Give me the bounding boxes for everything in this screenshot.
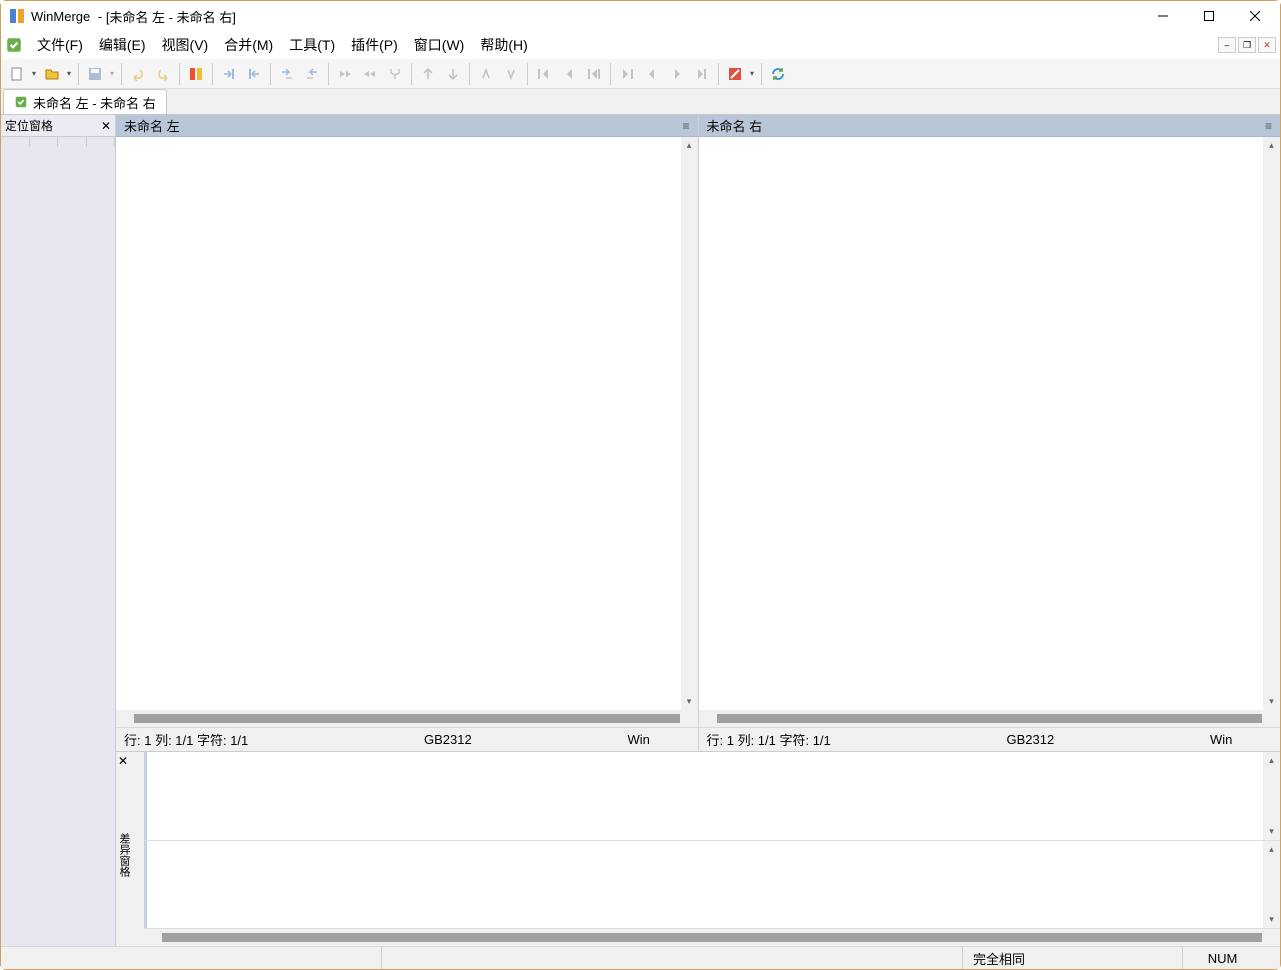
menu-tools[interactable]: 工具(T) — [281, 32, 343, 58]
left-status-encoding[interactable]: GB2312 — [416, 732, 566, 747]
status-num: NUM — [1182, 947, 1262, 969]
toolbar — [1, 59, 1280, 89]
diff-row-top[interactable]: ▴▾ — [144, 752, 1280, 841]
highlight-button[interactable] — [723, 62, 757, 86]
go-right-button[interactable] — [665, 62, 689, 86]
right-editor[interactable] — [699, 137, 1281, 710]
all-left-button[interactable] — [358, 62, 382, 86]
title-docname: [未命名 左 - 未命名 右] — [106, 7, 236, 26]
right-status-position: 行: 1 列: 1/1 字符: 1/1 — [699, 730, 999, 749]
menubar: 文件(F) 编辑(E) 视图(V) 合并(M) 工具(T) 插件(P) 窗口(W… — [1, 31, 1280, 59]
go-left-button[interactable] — [640, 62, 664, 86]
minimize-button[interactable] — [1140, 1, 1186, 31]
right-file-menu-icon[interactable]: ≡ — [1265, 119, 1272, 133]
diff-settings-button[interactable] — [184, 62, 208, 86]
all-right-button[interactable] — [333, 62, 357, 86]
menu-window[interactable]: 窗口(W) — [406, 32, 473, 58]
next-conflict-button[interactable] — [499, 62, 523, 86]
copy-left-button[interactable] — [242, 62, 266, 86]
current-diff-button[interactable] — [582, 62, 606, 86]
app-window: WinMerge - [未命名 左 - 未命名 右] 文件(F) 编辑(E) 视… — [0, 0, 1281, 970]
right-status-encoding[interactable]: GB2312 — [999, 732, 1149, 747]
status-diff: 完全相同 — [962, 947, 1182, 969]
doctab-bar: 未命名 左 - 未命名 右 — [1, 89, 1280, 115]
copy-right-advance-button[interactable] — [275, 62, 299, 86]
left-editor[interactable] — [116, 137, 698, 710]
location-pane-title: 定位窗格 — [5, 117, 53, 134]
statusbar: 完全相同 NUM — [1, 946, 1280, 969]
redo-button[interactable] — [151, 62, 175, 86]
diff-row-bottom[interactable]: ▴▾ — [144, 841, 1280, 930]
menu-file[interactable]: 文件(F) — [29, 32, 91, 58]
right-hscroll[interactable] — [699, 710, 1281, 727]
right-file-pane: 未命名 右 ≡ ▴▾ 行: 1 列: 1/1 字符: 1/1 GB2312 Wi… — [698, 115, 1281, 751]
diff-detail-pane: ✕ 差异窗格 ▴▾ ▴▾ — [116, 751, 1280, 946]
maximize-button[interactable] — [1186, 1, 1232, 31]
prev-diff-button[interactable] — [416, 62, 440, 86]
menu-edit[interactable]: 编辑(E) — [91, 32, 154, 58]
right-status-eol[interactable]: Win — [1202, 732, 1262, 747]
document-tab[interactable]: 未命名 左 - 未命名 右 — [3, 89, 167, 114]
left-status-eol[interactable]: Win — [620, 732, 680, 747]
mdi-minimize-button[interactable]: – — [1218, 37, 1236, 53]
mdi-doc-icon — [5, 36, 23, 54]
app-icon — [9, 8, 25, 24]
save-button[interactable] — [83, 62, 117, 86]
prev-conflict-button[interactable] — [474, 62, 498, 86]
titlebar: WinMerge - [未命名 左 - 未命名 右] — [1, 1, 1280, 31]
location-pane-close[interactable]: ✕ — [101, 119, 111, 133]
doctab-label: 未命名 左 - 未命名 右 — [33, 93, 156, 112]
menu-plugins[interactable]: 插件(P) — [343, 32, 406, 58]
undo-button[interactable] — [126, 62, 150, 86]
left-file-pane: 未命名 左 ≡ ▴▾ 行: 1 列: 1/1 字符: 1/1 GB2312 Wi… — [116, 115, 698, 751]
left-file-title: 未命名 左 — [124, 116, 180, 135]
title-doc: - — [94, 9, 106, 24]
mdi-restore-button[interactable]: ❐ — [1238, 37, 1256, 53]
menu-help[interactable]: 帮助(H) — [472, 32, 535, 58]
new-button[interactable] — [5, 62, 39, 86]
location-pane-body[interactable] — [1, 147, 115, 946]
status-msg — [1, 947, 381, 969]
title-app: WinMerge — [31, 9, 90, 24]
right-vscroll[interactable]: ▴▾ — [1263, 137, 1280, 710]
go-last-button[interactable] — [690, 62, 714, 86]
refresh-button[interactable] — [766, 62, 790, 86]
right-file-title: 未命名 右 — [707, 116, 763, 135]
left-file-menu-icon[interactable]: ≡ — [682, 119, 689, 133]
close-button[interactable] — [1232, 1, 1278, 31]
diff-hscroll[interactable] — [144, 929, 1280, 946]
last-diff-button[interactable] — [615, 62, 639, 86]
auto-merge-button[interactable] — [383, 62, 407, 86]
copy-right-button[interactable] — [217, 62, 241, 86]
copy-left-advance-button[interactable] — [300, 62, 324, 86]
location-pane: 定位窗格 ✕ — [1, 115, 116, 946]
mdi-close-button[interactable]: ✕ — [1258, 37, 1276, 53]
open-button[interactable] — [40, 62, 74, 86]
left-status-position: 行: 1 列: 1/1 字符: 1/1 — [116, 730, 416, 749]
menu-merge[interactable]: 合并(M) — [216, 32, 281, 58]
next-diff-button[interactable] — [441, 62, 465, 86]
left-vscroll[interactable]: ▴▾ — [681, 137, 698, 710]
location-pane-marks — [1, 137, 115, 147]
go-prev-diff-button[interactable] — [557, 62, 581, 86]
first-diff-button[interactable] — [532, 62, 556, 86]
diff-pane-close[interactable]: ✕ — [116, 752, 144, 770]
doctab-icon — [14, 95, 28, 109]
menu-view[interactable]: 视图(V) — [154, 32, 217, 58]
main-area: 定位窗格 ✕ 未命名 左 ≡ ▴▾ — [1, 115, 1280, 946]
diff-pane-label: 差异窗格 — [116, 770, 144, 946]
left-hscroll[interactable] — [116, 710, 698, 727]
